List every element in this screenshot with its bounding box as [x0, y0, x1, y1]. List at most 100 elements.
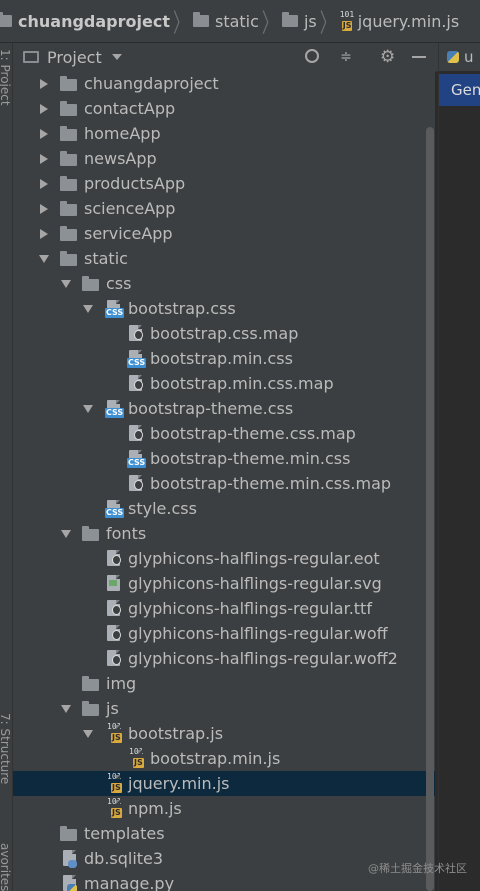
tree-row[interactable]: css: [13, 271, 435, 296]
locate-icon[interactable]: [305, 49, 319, 63]
tree-row[interactable]: 101 JS jquery.min.js: [13, 771, 435, 796]
chevron-down-icon[interactable]: [82, 296, 94, 321]
side-tab-project[interactable]: 1: Project: [0, 49, 12, 106]
tree-item-label: style.css: [128, 499, 197, 518]
tree-row[interactable]: scienceApp: [13, 196, 435, 221]
tree-item-label: glyphicons-halflings-regular.woff2: [128, 649, 398, 668]
tree-row[interactable]: templates: [13, 821, 435, 846]
tree-row[interactable]: js: [13, 696, 435, 721]
chevron-down-icon[interactable]: [82, 721, 94, 746]
tree-item-label: bootstrap-theme.css.map: [150, 424, 356, 443]
chevron-down-icon[interactable]: [60, 271, 72, 296]
tree-row[interactable]: 101 JS bootstrap.js: [13, 721, 435, 746]
tree-row[interactable]: CSS bootstrap-theme.min.css: [13, 446, 435, 471]
tree-row[interactable]: productsApp: [13, 171, 435, 196]
tree-item-label: glyphicons-halflings-regular.ttf: [128, 599, 372, 618]
tree-row[interactable]: CSS bootstrap-theme.css: [13, 396, 435, 421]
chevron-right-icon[interactable]: [38, 221, 50, 246]
collapse-icon[interactable]: ≑: [338, 49, 354, 65]
editor-tab[interactable]: u: [439, 43, 480, 71]
minimize-icon[interactable]: [412, 56, 426, 58]
tree-item-label: contactApp: [84, 99, 176, 118]
gear-icon[interactable]: ⚙: [380, 47, 395, 67]
css-file-icon: CSS: [127, 350, 147, 368]
folder-icon: [60, 226, 77, 241]
tree-row[interactable]: bootstrap-theme.css.map: [13, 421, 435, 446]
breadcrumb-item[interactable]: js: [281, 0, 317, 42]
chevron-right-icon[interactable]: [38, 96, 50, 121]
side-tab-structure[interactable]: 7: Structure: [0, 713, 12, 784]
file-icon: [129, 375, 143, 391]
tree-row[interactable]: CSS bootstrap.css: [13, 296, 435, 321]
file-icon: [107, 550, 121, 566]
folder-icon: [60, 251, 77, 266]
tree-row[interactable]: glyphicons-halflings-regular.woff2: [13, 646, 435, 671]
tree-item-label: bootstrap.css.map: [150, 324, 299, 343]
file-icon: [107, 650, 121, 666]
tree-row[interactable]: contactApp: [13, 96, 435, 121]
chevron-down-icon[interactable]: [82, 396, 94, 421]
tree-row[interactable]: CSS style.css: [13, 496, 435, 521]
tree-row[interactable]: static: [13, 246, 435, 271]
folder-icon: [82, 676, 99, 691]
tree-row[interactable]: bootstrap.min.css.map: [13, 371, 435, 396]
folder-icon: [60, 151, 77, 166]
chevron-right-icon[interactable]: [38, 146, 50, 171]
breadcrumb-separator-icon: 〉: [172, 8, 189, 39]
js-file-icon: 101 JS: [107, 722, 122, 743]
database-file-icon: [63, 850, 77, 868]
tree-item-label: bootstrap-theme.min.css: [150, 449, 351, 468]
breadcrumb-label: static: [214, 11, 259, 31]
navigation-breadcrumb: chuangdaproject 〉 static 〉 js 〉 101 JS jquery.mi…: [0, 0, 480, 43]
tree-row[interactable]: bootstrap.css.map: [13, 321, 435, 346]
folder-icon: [281, 12, 298, 27]
tree-item-label: glyphicons-halflings-regular.eot: [128, 549, 380, 568]
editor-area: u Gen: [438, 43, 480, 891]
tree-item-label: serviceApp: [84, 224, 173, 243]
chevron-down-icon[interactable]: [60, 521, 72, 546]
chevron-down-icon[interactable]: [60, 696, 72, 721]
tree-item-label: bootstrap-theme.css: [128, 399, 294, 418]
tree-item-label: bootstrap.min.css.map: [150, 374, 334, 393]
chevron-right-icon[interactable]: [38, 196, 50, 221]
tree-row[interactable]: glyphicons-halflings-regular.woff: [13, 621, 435, 646]
chevron-down-icon[interactable]: [38, 246, 50, 271]
tree-item-label: img: [106, 674, 137, 693]
tree-row[interactable]: glyphicons-halflings-regular.ttf: [13, 596, 435, 621]
tree-row[interactable]: img: [13, 671, 435, 696]
breadcrumb-item[interactable]: 101 JS jquery.min.js: [340, 0, 459, 42]
python-file-icon: [63, 875, 77, 891]
chevron-down-icon[interactable]: [111, 54, 122, 60]
breadcrumb-label: jquery.min.js: [357, 11, 460, 31]
folder-icon: [0, 12, 12, 27]
project-view-selector[interactable]: Project: [47, 48, 102, 67]
chevron-right-icon[interactable]: [38, 121, 50, 146]
tree-row[interactable]: bootstrap-theme.min.css.map: [13, 471, 435, 496]
chevron-right-icon[interactable]: [38, 171, 50, 196]
breadcrumb-separator-icon: 〉: [261, 8, 278, 39]
folder-icon: [82, 701, 99, 716]
project-panel-header: Project ≑ ⚙: [13, 43, 438, 72]
js-file-icon: 101 JS: [107, 797, 122, 818]
breadcrumb-item[interactable]: chuangdaproject: [0, 0, 170, 42]
tree-row[interactable]: homeApp: [13, 121, 435, 146]
tree-row[interactable]: chuangdaproject: [13, 71, 435, 96]
project-tree: chuangdaproject contactApp homeApp newsApp p…: [13, 71, 435, 891]
tree-row[interactable]: newsApp: [13, 146, 435, 171]
project-view-icon: [23, 51, 39, 63]
tree-row[interactable]: serviceApp: [13, 221, 435, 246]
tree-item-label: css: [106, 274, 132, 293]
tree-row[interactable]: glyphicons-halflings-regular.eot: [13, 546, 435, 571]
side-tab-favorites[interactable]: avorites: [0, 843, 12, 891]
tree-row[interactable]: glyphicons-halflings-regular.svg: [13, 571, 435, 596]
folder-icon: [60, 126, 77, 141]
tree-scrollbar[interactable]: [426, 127, 434, 891]
breadcrumb-item[interactable]: static: [192, 0, 259, 42]
tree-row[interactable]: 101 JS npm.js: [13, 796, 435, 821]
tree-item-label: bootstrap.min.js: [150, 749, 281, 768]
tree-row[interactable]: CSS bootstrap.min.css: [13, 346, 435, 371]
chevron-right-icon[interactable]: [38, 71, 50, 96]
tree-row[interactable]: fonts: [13, 521, 435, 546]
tree-row[interactable]: 101 JS bootstrap.min.js: [13, 746, 435, 771]
tree-item-label: templates: [84, 824, 165, 843]
